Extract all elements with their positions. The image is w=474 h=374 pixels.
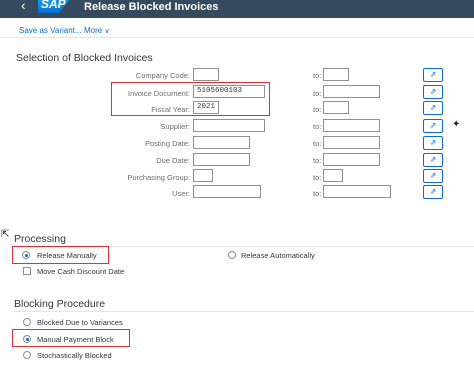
multiple-selection-icon[interactable]: ⇗ [423,68,443,82]
to-label: to: [313,189,322,198]
multiple-selection-icon[interactable]: ⇗ [423,185,443,199]
multiple-selection-icon[interactable]: ⇗ [423,119,443,133]
supplier-to-input[interactable] [323,119,380,132]
to-label: to: [313,89,322,98]
highlight-box [12,246,109,264]
move-cash-discount-checkbox[interactable] [23,267,31,275]
to-label: to: [313,71,322,80]
company-code-input[interactable] [193,68,219,81]
multiple-selection-icon[interactable]: ⇗ [423,169,443,183]
blocked-due-to-variances-label: Blocked Due to Variances [37,318,123,327]
processing-section-title: Processing [14,233,66,245]
selection-section-title: Selection of Blocked Invoices [16,52,153,64]
supplier-input[interactable] [193,119,265,132]
multiple-selection-icon[interactable]: ⇗ [423,101,443,115]
multiple-selection-icon[interactable]: ⇗ [423,85,443,99]
app-title: Release Blocked Invoices [84,1,219,13]
shell-bar: ‹ SAP Release Blocked Invoices [0,0,474,18]
sap-logo: SAP [38,0,72,13]
to-label: to: [313,139,322,148]
stochastically-blocked-radio[interactable] [23,351,31,359]
fiscal-year-to-input[interactable] [323,101,349,114]
release-automatically-radio[interactable] [228,251,236,259]
multiple-selection-icon[interactable]: ⇗ [423,136,443,150]
to-label: to: [313,156,322,165]
more-label: More [84,26,103,35]
due-date-input[interactable] [193,153,250,166]
blocked-due-to-variances-radio[interactable] [23,318,31,326]
to-label: to: [313,173,322,182]
posting-date-label: Posting Date: [144,139,190,148]
highlight-box [111,82,270,116]
purchasing-group-label: Purchasing Group: [127,173,190,182]
highlight-box [12,329,130,347]
user-label: User: [172,189,190,198]
move-cash-discount-label: Move Cash Discount Date [37,267,125,276]
company-code-to-input[interactable] [323,68,349,81]
save-as-variant-button[interactable]: Save as Variant... [19,26,82,35]
user-input[interactable] [193,185,261,198]
stochastically-blocked-label: Stochastically Blocked [37,351,112,360]
more-button[interactable]: More ∨ [84,26,110,35]
invoice-document-to-input[interactable] [323,85,380,98]
company-code-label: Company Code: [135,71,190,80]
posting-date-input[interactable] [193,136,250,149]
logo-text: SAP [41,0,66,11]
due-date-to-input[interactable] [323,153,380,166]
release-automatically-label: Release Automatically [241,251,315,260]
mouse-cursor-icon: ✦ [452,119,461,130]
page-toolbar: Save as Variant... More ∨ [0,20,474,38]
to-label: to: [313,105,322,114]
chevron-down-icon: ∨ [104,28,110,35]
mouse-pointer-icon: ⇱ [1,229,10,240]
due-date-label: Due Date: [156,156,190,165]
back-icon[interactable]: ‹ [21,0,33,14]
section-divider [14,311,474,312]
purchasing-group-to-input[interactable] [323,169,343,182]
blocking-section-title: Blocking Procedure [14,298,106,310]
to-label: to: [313,122,322,131]
posting-date-to-input[interactable] [323,136,380,149]
supplier-label: Supplier: [160,122,190,131]
multiple-selection-icon[interactable]: ⇗ [423,153,443,167]
purchasing-group-input[interactable] [193,169,213,182]
user-to-input[interactable] [323,185,391,198]
